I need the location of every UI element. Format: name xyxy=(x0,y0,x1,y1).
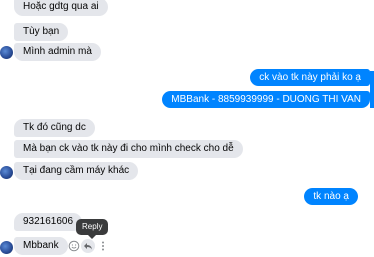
outgoing-message[interactable]: tk nào ạ xyxy=(304,188,358,205)
incoming-message[interactable]: Tại đang cầm máy khác xyxy=(14,162,139,180)
incoming-message[interactable]: Hoặc gdtg qua ai xyxy=(14,0,108,16)
smiley-icon[interactable] xyxy=(68,240,80,252)
incoming-message[interactable]: Mbbank xyxy=(14,237,68,255)
contact-avatar[interactable] xyxy=(0,241,13,254)
reply-arrow-icon[interactable] xyxy=(82,240,94,252)
incoming-message[interactable]: 932161606 xyxy=(14,213,83,231)
incoming-message[interactable]: Tùy bạn xyxy=(14,23,69,41)
contact-avatar[interactable] xyxy=(0,46,13,59)
contact-avatar[interactable] xyxy=(0,166,13,179)
outgoing-group-edge xyxy=(370,71,374,108)
incoming-message[interactable]: Mà bạn ck vào tk này đi cho mình check c… xyxy=(14,140,243,158)
more-dots-icon[interactable] xyxy=(97,240,109,252)
reply-tooltip: Reply xyxy=(76,219,109,239)
incoming-message[interactable]: Tk đó cũng dc xyxy=(14,119,95,137)
outgoing-message[interactable]: MBBank - 8859939999 - DUONG THI VAN xyxy=(162,91,370,108)
incoming-message[interactable]: Mình admin mà xyxy=(14,43,101,61)
outgoing-message[interactable]: ck vào tk này phải ko ạ xyxy=(250,69,370,86)
